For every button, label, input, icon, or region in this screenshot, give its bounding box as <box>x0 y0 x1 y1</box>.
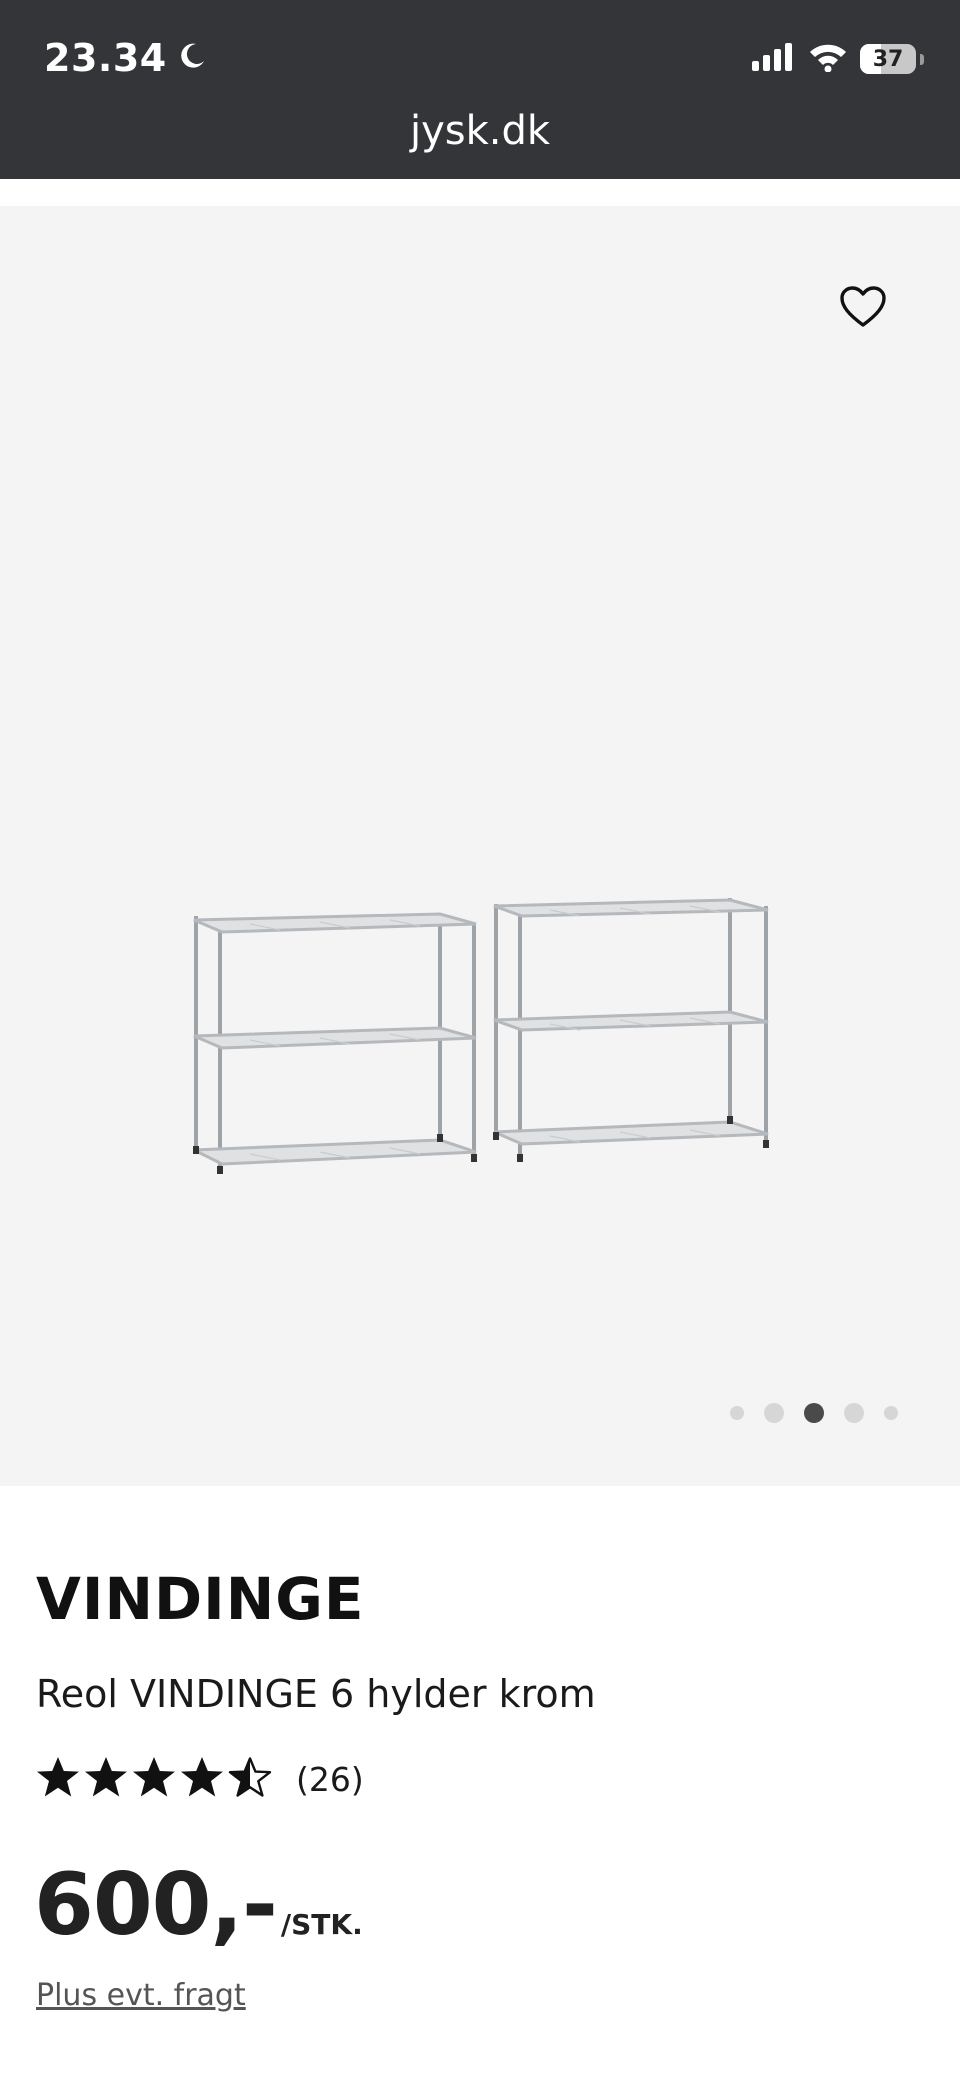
star-full-icon <box>36 1756 80 1802</box>
carousel-dot-active[interactable] <box>804 1403 824 1423</box>
carousel-dots <box>730 1403 898 1423</box>
carousel-dot[interactable] <box>844 1403 864 1423</box>
star-half-icon <box>228 1756 272 1802</box>
product-price: 600,- <box>34 1855 278 1955</box>
heart-outline-icon <box>840 286 886 332</box>
time-text: 23.34 <box>44 36 167 80</box>
price-unit: /STK. <box>280 1908 363 1941</box>
browser-topbar: 23.34 37 jysk.dk <box>0 0 960 179</box>
shipping-link[interactable]: Plus evt. fragt <box>36 1978 246 2013</box>
wifi-icon <box>808 42 848 76</box>
status-icons: 37 <box>752 42 924 76</box>
favorite-button[interactable] <box>838 284 888 334</box>
status-time: 23.34 <box>44 36 207 80</box>
battery-tip <box>920 53 924 65</box>
product-gallery[interactable] <box>0 206 960 1486</box>
carousel-dot[interactable] <box>764 1403 784 1423</box>
battery-icon: 37 <box>860 44 916 74</box>
product-brand: VINDINGE <box>36 1565 365 1633</box>
star-full-icon <box>180 1756 224 1802</box>
carousel-dot[interactable] <box>884 1406 898 1420</box>
moon-icon <box>177 36 207 80</box>
product-image[interactable] <box>150 666 810 1236</box>
battery-percent: 37 <box>872 46 904 72</box>
star-full-icon <box>84 1756 128 1802</box>
star-rating <box>36 1756 272 1802</box>
product-rating[interactable]: (26) <box>36 1756 364 1802</box>
star-full-icon <box>132 1756 176 1802</box>
url-bar[interactable]: jysk.dk <box>0 108 960 154</box>
carousel-dot[interactable] <box>730 1406 744 1420</box>
price-row: 600,- /STK. <box>34 1855 363 1955</box>
product-name: Reol VINDINGE 6 hylder krom <box>36 1672 596 1716</box>
signal-icon <box>752 43 796 75</box>
review-count[interactable]: (26) <box>296 1760 364 1799</box>
